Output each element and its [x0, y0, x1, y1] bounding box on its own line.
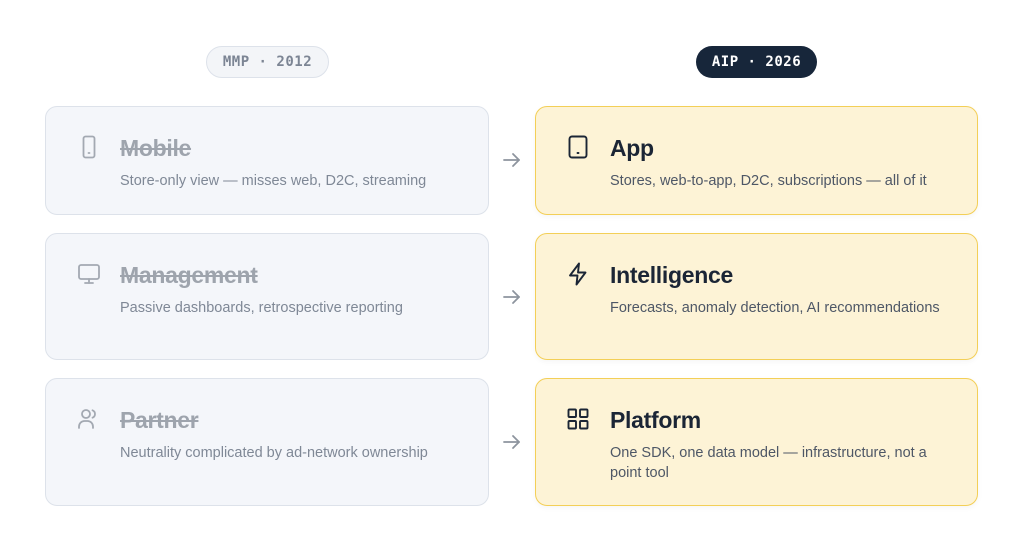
- old-card-title: Management: [120, 262, 258, 288]
- monitor-icon: [78, 264, 100, 284]
- arrow-right-icon: [503, 290, 520, 304]
- old-card-description: Passive dashboards, retrospective report…: [120, 300, 403, 316]
- new-card-intelligence: Intelligence Forecasts, anomaly detectio…: [535, 233, 978, 360]
- old-card-partner: Partner Neutrality complicated by ad-net…: [45, 378, 489, 506]
- new-card-app: App Stores, web-to-app, D2C, subscriptio…: [535, 106, 978, 215]
- users-icon: [78, 409, 96, 429]
- arrow-right-icon: [503, 153, 520, 167]
- old-card-management: Management Passive dashboards, retrospec…: [45, 233, 489, 360]
- new-card-platform: Platform One SDK, one data model — infra…: [535, 378, 978, 506]
- old-card-description: Store-only view — misses web, D2C, strea…: [120, 173, 427, 189]
- new-card-description: One SDK, one data model — infrastructure…: [610, 445, 927, 481]
- old-card-description: Neutrality complicated by ad-network own…: [120, 445, 428, 461]
- arrow-right-icon: [503, 435, 520, 449]
- lightning-icon: [569, 262, 587, 286]
- new-card-title: Platform: [610, 407, 701, 433]
- new-era-badge: AIP · 2026: [696, 46, 817, 78]
- new-card-title: Intelligence: [610, 262, 733, 288]
- old-card-mobile: Mobile Store-only view — misses web, D2C…: [45, 106, 489, 215]
- old-card-title: Mobile: [120, 135, 192, 161]
- old-card-title: Partner: [120, 407, 199, 433]
- new-card-description: Stores, web-to-app, D2C, subscriptions —…: [610, 173, 927, 189]
- old-era-badge: MMP · 2012: [206, 46, 329, 78]
- smartphone-icon: [82, 135, 96, 159]
- new-card-description: Forecasts, anomaly detection, AI recomme…: [610, 300, 940, 316]
- tablet-icon: [568, 135, 588, 159]
- grid-icon: [567, 408, 589, 430]
- new-card-title: App: [610, 135, 654, 161]
